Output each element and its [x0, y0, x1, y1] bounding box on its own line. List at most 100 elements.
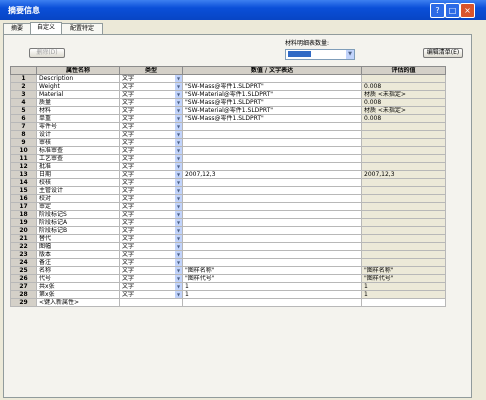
value-cell[interactable]: "SW-Mass@零件1.SLDPRT": [182, 114, 362, 123]
value-cell[interactable]: "SW-Material@零件1.SLDPRT": [182, 90, 362, 99]
property-name-cell[interactable]: 日期: [36, 170, 120, 179]
chevron-down-icon[interactable]: ▼: [175, 83, 182, 90]
value-cell[interactable]: 1: [182, 290, 362, 299]
table-row[interactable]: 17 审定 文字 ▼: [10, 202, 446, 211]
type-cell[interactable]: 文字 ▼: [119, 274, 183, 283]
chevron-down-icon[interactable]: ▼: [175, 91, 182, 98]
value-cell[interactable]: [182, 162, 362, 171]
property-name-cell[interactable]: 单重: [36, 114, 120, 123]
type-cell[interactable]: 文字 ▼: [119, 106, 183, 115]
property-name-cell[interactable]: 工艺审查: [36, 154, 120, 163]
table-row[interactable]: 27 共x张 文字 ▼ 1 1: [10, 282, 446, 291]
chevron-down-icon[interactable]: ▼: [175, 131, 182, 138]
type-cell[interactable]: 文字 ▼: [119, 154, 183, 163]
maximize-button[interactable]: □: [445, 3, 460, 18]
value-cell[interactable]: 1: [182, 282, 362, 291]
table-row[interactable]: 1 Description 文字 ▼: [10, 74, 446, 83]
chevron-down-icon[interactable]: ▼: [175, 275, 182, 282]
value-cell[interactable]: [182, 194, 362, 203]
property-name-cell[interactable]: 代号: [36, 274, 120, 283]
table-row[interactable]: 24 备注 文字 ▼: [10, 258, 446, 267]
type-cell[interactable]: 文字 ▼: [119, 90, 183, 99]
type-cell[interactable]: 文字 ▼: [119, 258, 183, 267]
table-row[interactable]: 7 零件号 文字 ▼: [10, 122, 446, 131]
value-cell[interactable]: [182, 122, 362, 131]
chevron-down-icon[interactable]: ▼: [175, 163, 182, 170]
table-row[interactable]: 2 Weight 文字 ▼ "SW-Mass@零件1.SLDPRT" 0.008: [10, 82, 446, 91]
value-cell[interactable]: [182, 234, 362, 243]
value-cell[interactable]: "SW-Material@零件1.SLDPRT": [182, 106, 362, 115]
table-row[interactable]: 4 质量 文字 ▼ "SW-Mass@零件1.SLDPRT" 0.008: [10, 98, 446, 107]
table-row[interactable]: 14 校核 文字 ▼: [10, 178, 446, 187]
value-cell[interactable]: [182, 74, 362, 83]
type-cell[interactable]: 文字 ▼: [119, 138, 183, 147]
chevron-down-icon[interactable]: ▼: [175, 227, 182, 234]
value-cell[interactable]: [182, 138, 362, 147]
value-cell[interactable]: [182, 146, 362, 155]
property-name-cell[interactable]: 第x张: [36, 290, 120, 299]
type-cell[interactable]: 文字 ▼: [119, 202, 183, 211]
value-cell[interactable]: [182, 210, 362, 219]
property-name-cell[interactable]: 校核: [36, 178, 120, 187]
chevron-down-icon[interactable]: ▼: [175, 139, 182, 146]
property-name-cell[interactable]: 版本: [36, 250, 120, 259]
value-cell[interactable]: [182, 258, 362, 267]
chevron-down-icon[interactable]: ▼: [346, 50, 354, 59]
property-name-cell[interactable]: 零件号: [36, 122, 120, 131]
type-cell[interactable]: 文字 ▼: [119, 234, 183, 243]
property-name-cell[interactable]: 批准: [36, 162, 120, 171]
value-cell[interactable]: [182, 298, 362, 307]
table-row[interactable]: 12 批准 文字 ▼: [10, 162, 446, 171]
chevron-down-icon[interactable]: ▼: [175, 123, 182, 130]
type-cell[interactable]: 文字 ▼: [119, 210, 183, 219]
property-name-cell[interactable]: 审核: [36, 138, 120, 147]
property-name-cell[interactable]: 审定: [36, 202, 120, 211]
delete-button[interactable]: 删除(D): [29, 48, 65, 58]
table-row[interactable]: 5 材料 文字 ▼ "SW-Material@零件1.SLDPRT" 材质 <未指定>: [10, 106, 446, 115]
type-cell[interactable]: 文字 ▼: [119, 218, 183, 227]
value-cell[interactable]: [182, 250, 362, 259]
property-name-cell[interactable]: 主管设计: [36, 186, 120, 195]
table-row[interactable]: 19 阶段标记A 文字 ▼: [10, 218, 446, 227]
chevron-down-icon[interactable]: ▼: [175, 107, 182, 114]
type-cell[interactable]: 文字 ▼: [119, 82, 183, 91]
help-button[interactable]: ?: [430, 3, 445, 18]
type-cell[interactable]: 文字 ▼: [119, 122, 183, 131]
type-cell[interactable]: 文字 ▼: [119, 130, 183, 139]
table-row[interactable]: 10 标准审查 文字 ▼: [10, 146, 446, 155]
property-name-cell[interactable]: 标准审查: [36, 146, 120, 155]
type-cell[interactable]: 文字 ▼: [119, 170, 183, 179]
value-cell[interactable]: [182, 178, 362, 187]
chevron-down-icon[interactable]: ▼: [175, 187, 182, 194]
type-cell[interactable]: 文字 ▼: [119, 266, 183, 275]
type-cell[interactable]: 文字 ▼: [119, 162, 183, 171]
table-row[interactable]: 20 阶段标记B 文字 ▼: [10, 226, 446, 235]
value-cell[interactable]: [182, 154, 362, 163]
type-cell[interactable]: 文字 ▼: [119, 178, 183, 187]
type-cell[interactable]: 文字 ▼: [119, 74, 183, 83]
tab-summary[interactable]: 摘要: [3, 23, 31, 34]
bom-quantity-select[interactable]: ▼: [285, 49, 355, 60]
table-row[interactable]: 16 校对 文字 ▼: [10, 194, 446, 203]
table-row[interactable]: 29 <键入新属性>: [10, 298, 446, 307]
close-button[interactable]: ×: [460, 3, 475, 18]
property-name-cell[interactable]: 阶段标记B: [36, 226, 120, 235]
property-name-cell[interactable]: 质量: [36, 98, 120, 107]
table-row[interactable]: 8 设计 文字 ▼: [10, 130, 446, 139]
property-name-cell[interactable]: 替代: [36, 234, 120, 243]
property-name-cell[interactable]: 名称: [36, 266, 120, 275]
table-row[interactable]: 6 单重 文字 ▼ "SW-Mass@零件1.SLDPRT" 0.008: [10, 114, 446, 123]
table-row[interactable]: 28 第x张 文字 ▼ 1 1: [10, 290, 446, 299]
chevron-down-icon[interactable]: ▼: [175, 75, 182, 82]
table-row[interactable]: 3 Material 文字 ▼ "SW-Material@零件1.SLDPRT" 材质 <…: [10, 90, 446, 99]
chevron-down-icon[interactable]: ▼: [175, 291, 182, 298]
property-name-cell[interactable]: 材料: [36, 106, 120, 115]
type-cell[interactable]: 文字 ▼: [119, 226, 183, 235]
chevron-down-icon[interactable]: ▼: [175, 155, 182, 162]
type-cell[interactable]: 文字 ▼: [119, 146, 183, 155]
table-row[interactable]: 26 代号 文字 ▼ "图样代号" "图样代号": [10, 274, 446, 283]
table-row[interactable]: 21 替代 文字 ▼: [10, 234, 446, 243]
type-cell[interactable]: 文字 ▼: [119, 250, 183, 259]
property-name-cell[interactable]: 共x张: [36, 282, 120, 291]
table-row[interactable]: 18 阶段标记S 文字 ▼: [10, 210, 446, 219]
